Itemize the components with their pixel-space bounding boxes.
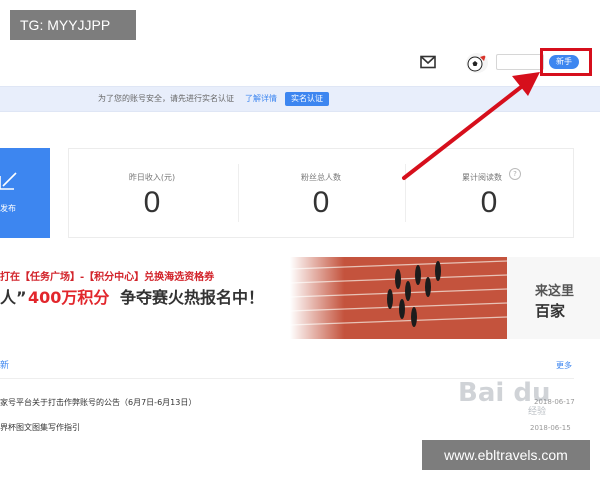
banner-quote: 人” (0, 288, 27, 307)
username-field[interactable] (496, 54, 544, 70)
help-icon[interactable]: ? (509, 168, 521, 180)
publish-label: 发布 (0, 204, 16, 213)
stat-value-income: 0 (143, 186, 161, 219)
watermark-tag: TG: MYYJJPP (10, 10, 136, 40)
site-watermark: www.ebltravels.com (422, 440, 590, 470)
banner-subtitle: 打在【任务广场】-【积分中心】兑换海选资格券 (0, 272, 215, 283)
side-banner-line1: 来这里 (535, 284, 575, 299)
stat-value-reads: 0 (480, 186, 498, 219)
news-more-link[interactable]: 更多 (556, 360, 572, 371)
mail-icon[interactable] (420, 55, 436, 69)
news-item[interactable]: 家号平台关于打击作弊账号的公告（6月7日-6月13日） (0, 397, 196, 408)
banner-highlight: 400万积分 (28, 288, 110, 307)
running-track-image (290, 257, 507, 339)
verify-button[interactable]: 实名认证 (285, 92, 329, 106)
stat-label-income: 昨日收入(元) (128, 173, 176, 182)
notice-link[interactable]: 了解详情 (245, 93, 277, 104)
news-date: 2018-06-15 (530, 424, 571, 432)
stat-label-fans: 粉丝总人数 (301, 173, 341, 182)
avatar[interactable] (466, 53, 488, 73)
soccer-ball-icon (467, 55, 486, 72)
highlight-box (540, 48, 592, 76)
banner-title: 争夺赛火热报名中！ (120, 288, 265, 307)
news-item[interactable]: 界杯图文图集写作指引 (0, 422, 80, 433)
jingyan-watermark: 经验 (528, 407, 547, 417)
news-heading: 新 (0, 361, 10, 371)
notice-text: 为了您的账号安全，请先进行实名认证 (98, 94, 234, 103)
publish-tile[interactable] (0, 148, 50, 238)
stat-divider (238, 164, 239, 222)
stat-value-fans: 0 (312, 186, 330, 219)
edit-icon (0, 172, 17, 190)
stat-label-reads: 累计阅读数 (462, 173, 502, 182)
side-banner-line2: 百家 (535, 302, 566, 320)
red-arrow-annotation (402, 72, 540, 180)
